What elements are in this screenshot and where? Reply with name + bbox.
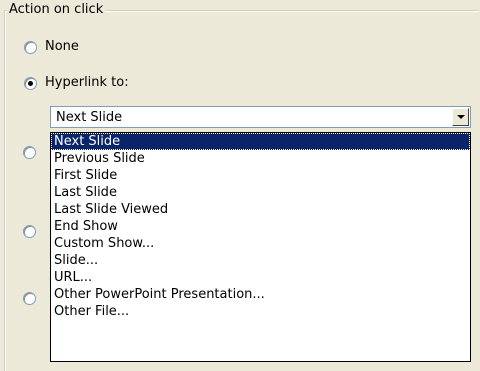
dropdown-item-custom-show[interactable]: Custom Show... bbox=[51, 235, 470, 252]
dropdown-item-next-slide[interactable]: Next Slide bbox=[51, 133, 470, 150]
radio-run-program-circle[interactable] bbox=[23, 146, 36, 159]
radio-none-label: None bbox=[45, 39, 79, 54]
dropdown-item-url[interactable]: URL... bbox=[51, 269, 470, 286]
radio-hyperlink-circle[interactable] bbox=[24, 76, 37, 90]
combo-dropdown-button[interactable] bbox=[452, 108, 469, 126]
radio-selected-dot bbox=[28, 80, 33, 86]
dropdown-item-last-slide-viewed[interactable]: Last Slide Viewed bbox=[51, 201, 470, 218]
radio-hyperlink[interactable]: Hyperlink to: bbox=[24, 74, 129, 92]
dropdown-item-last-slide[interactable]: Last Slide bbox=[51, 184, 470, 201]
dropdown-item-previous-slide[interactable]: Previous Slide bbox=[51, 150, 470, 167]
combo-selected-value: Next Slide bbox=[56, 110, 123, 125]
radio-hyperlink-label: Hyperlink to: bbox=[45, 75, 129, 90]
radio-none[interactable]: None bbox=[24, 38, 79, 56]
dropdown-item-end-show[interactable]: End Show bbox=[51, 218, 470, 235]
radio-run-macro-circle[interactable] bbox=[23, 225, 36, 238]
hyperlink-combobox[interactable]: Next Slide bbox=[50, 106, 471, 128]
dropdown-item-slide[interactable]: Slide... bbox=[51, 252, 470, 269]
chevron-down-icon bbox=[457, 115, 465, 119]
dropdown-item-first-slide[interactable]: First Slide bbox=[51, 167, 470, 184]
group-legend: Action on click bbox=[7, 2, 106, 17]
dropdown-item-other-presentation[interactable]: Other PowerPoint Presentation... bbox=[51, 286, 470, 303]
radio-none-circle[interactable] bbox=[24, 40, 37, 54]
dropdown-item-other-file[interactable]: Other File... bbox=[51, 303, 470, 320]
radio-object-action-circle[interactable] bbox=[23, 292, 36, 305]
hyperlink-dropdown-list[interactable]: Next Slide Previous Slide First Slide La… bbox=[50, 132, 471, 362]
